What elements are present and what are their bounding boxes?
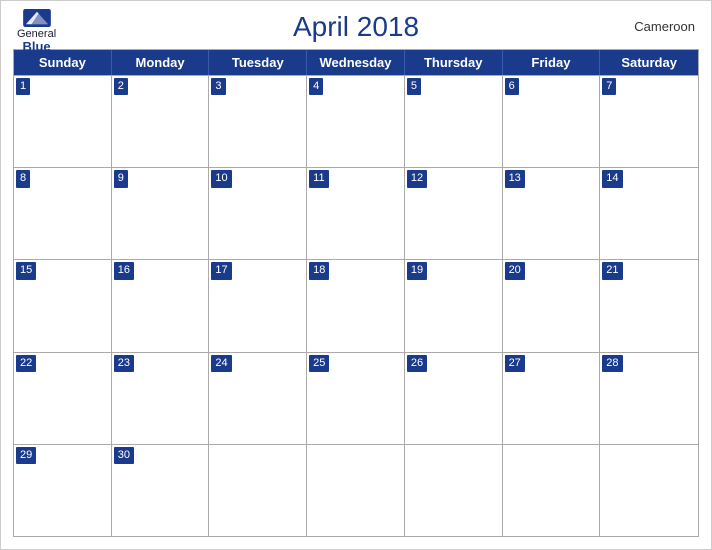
calendar-cell-10: 10 (209, 168, 307, 259)
calendar-cell-7: 7 (600, 76, 698, 167)
calendar-week-1: 1 2 3 4 5 6 7 (14, 75, 698, 167)
calendar-cell-2: 2 (112, 76, 210, 167)
day-number: 18 (309, 262, 329, 279)
day-number: 6 (505, 78, 519, 95)
calendar-cell-1: 1 (14, 76, 112, 167)
calendar-cell-29: 29 (14, 445, 112, 536)
calendar-cell-14: 14 (600, 168, 698, 259)
day-number: 24 (211, 355, 231, 372)
calendar-week-4: 22 23 24 25 26 27 28 (14, 352, 698, 444)
calendar-cell-9: 9 (112, 168, 210, 259)
day-number: 21 (602, 262, 622, 279)
country-label: Cameroon (634, 19, 695, 34)
calendar-cell-empty (307, 445, 405, 536)
calendar-cell-23: 23 (112, 353, 210, 444)
calendar-cell-8: 8 (14, 168, 112, 259)
calendar-week-2: 8 9 10 11 12 13 14 (14, 167, 698, 259)
calendar-header-cell-thursday: Thursday (405, 50, 503, 75)
day-number: 16 (114, 262, 134, 279)
calendar-cell-30: 30 (112, 445, 210, 536)
calendar-cell-17: 17 (209, 260, 307, 351)
day-number: 14 (602, 170, 622, 187)
calendar-cell-16: 16 (112, 260, 210, 351)
calendar-page: General Blue April 2018 Cameroon SundayM… (0, 0, 712, 550)
calendar-cell-6: 6 (503, 76, 601, 167)
calendar-cell-15: 15 (14, 260, 112, 351)
logo-blue-text: Blue (22, 40, 50, 54)
day-number: 7 (602, 78, 616, 95)
calendar-header-cell-saturday: Saturday (600, 50, 698, 75)
calendar-cell-21: 21 (600, 260, 698, 351)
logo: General Blue (17, 9, 56, 54)
day-number: 4 (309, 78, 323, 95)
page-title: April 2018 (293, 11, 419, 43)
day-number: 25 (309, 355, 329, 372)
calendar-week-3: 15 16 17 18 19 20 21 (14, 259, 698, 351)
day-number: 27 (505, 355, 525, 372)
day-number: 23 (114, 355, 134, 372)
calendar-cell-24: 24 (209, 353, 307, 444)
calendar-cell-11: 11 (307, 168, 405, 259)
day-number: 19 (407, 262, 427, 279)
day-number: 26 (407, 355, 427, 372)
calendar-cell-5: 5 (405, 76, 503, 167)
calendar-cell-3: 3 (209, 76, 307, 167)
day-number: 15 (16, 262, 36, 279)
day-number: 17 (211, 262, 231, 279)
calendar-header-cell-wednesday: Wednesday (307, 50, 405, 75)
day-number: 30 (114, 447, 134, 464)
day-number: 3 (211, 78, 225, 95)
day-number: 28 (602, 355, 622, 372)
day-number: 8 (16, 170, 30, 187)
day-number: 22 (16, 355, 36, 372)
calendar-header-cell-friday: Friday (503, 50, 601, 75)
calendar-cell-4: 4 (307, 76, 405, 167)
calendar-cell-19: 19 (405, 260, 503, 351)
calendar-cell-28: 28 (600, 353, 698, 444)
calendar-cell-empty (600, 445, 698, 536)
day-number: 12 (407, 170, 427, 187)
calendar-cell-20: 20 (503, 260, 601, 351)
calendar-header-row: SundayMondayTuesdayWednesdayThursdayFrid… (14, 50, 698, 75)
calendar-cell-22: 22 (14, 353, 112, 444)
day-number: 2 (114, 78, 128, 95)
calendar-cell-13: 13 (503, 168, 601, 259)
day-number: 29 (16, 447, 36, 464)
calendar-header-cell-tuesday: Tuesday (209, 50, 307, 75)
logo-icon (23, 9, 51, 27)
day-number: 5 (407, 78, 421, 95)
calendar-cell-25: 25 (307, 353, 405, 444)
day-number: 20 (505, 262, 525, 279)
calendar-body: 1234567891011121314151617181920212223242… (14, 75, 698, 536)
calendar-cell-12: 12 (405, 168, 503, 259)
day-number: 10 (211, 170, 231, 187)
calendar-week-5: 29 30 (14, 444, 698, 536)
calendar-cell-26: 26 (405, 353, 503, 444)
day-number: 1 (16, 78, 30, 95)
calendar-cell-empty (405, 445, 503, 536)
calendar-cell-27: 27 (503, 353, 601, 444)
day-number: 9 (114, 170, 128, 187)
calendar: SundayMondayTuesdayWednesdayThursdayFrid… (13, 49, 699, 537)
day-number: 11 (309, 170, 328, 187)
day-number: 13 (505, 170, 525, 187)
calendar-cell-empty (209, 445, 307, 536)
page-header: General Blue April 2018 Cameroon (1, 1, 711, 49)
calendar-header-cell-monday: Monday (112, 50, 210, 75)
calendar-cell-empty (503, 445, 601, 536)
calendar-cell-18: 18 (307, 260, 405, 351)
